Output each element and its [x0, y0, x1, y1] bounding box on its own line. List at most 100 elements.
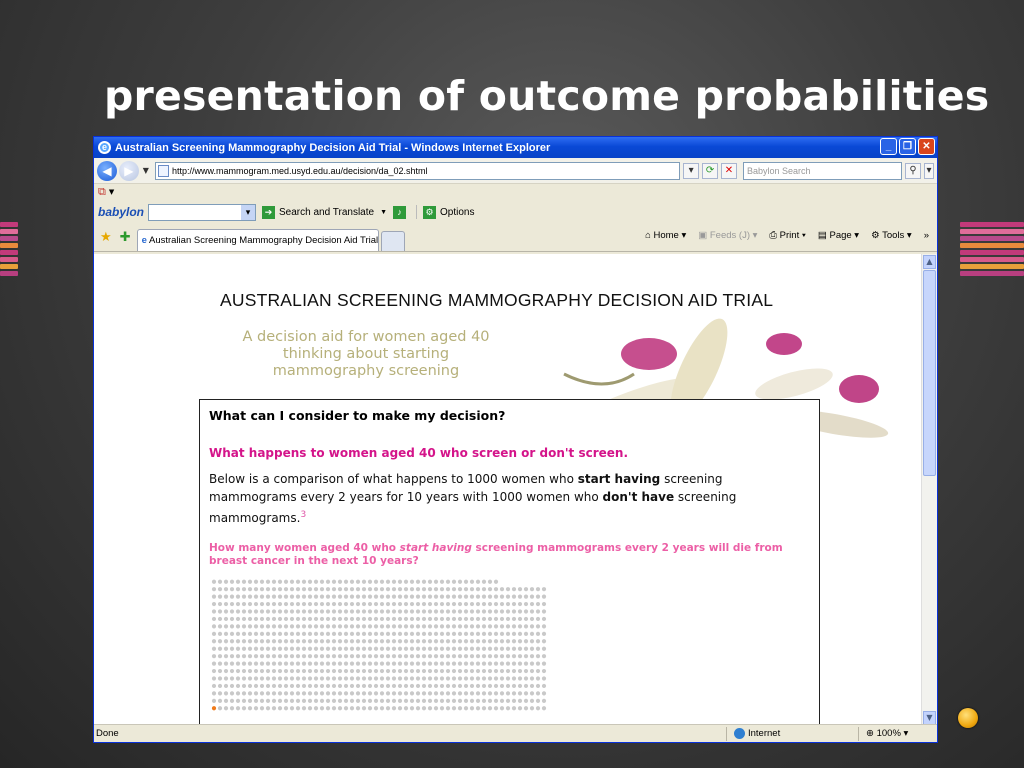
grid-dot [307, 631, 313, 636]
command-bar: ⌂ Home ▾ ▣ Feeds (J) ▾ ⎙ Print ▾ ▤ Page … [645, 230, 929, 241]
add-favorites-icon[interactable]: ✚ [120, 229, 131, 245]
back-button[interactable]: ◀ [97, 160, 117, 181]
grid-dot [385, 616, 391, 622]
refresh-icon[interactable]: ⟳ [702, 162, 719, 179]
grid-dot [271, 691, 277, 696]
grid-dot [265, 609, 271, 614]
grid-dot [475, 676, 481, 681]
tools-button[interactable]: ⚙ Tools ▾ [871, 230, 912, 241]
stop-icon[interactable]: ✕ [721, 162, 737, 179]
grid-dot [229, 601, 235, 607]
page-button[interactable]: ▤ Page ▾ [818, 230, 859, 241]
grid-dot [523, 631, 529, 636]
zoom-control[interactable]: ⊕ 100% ▾ [866, 725, 908, 742]
grid-dot [343, 609, 349, 614]
grid-dot [391, 601, 397, 607]
status-text: Done [96, 728, 119, 739]
grid-dot [361, 579, 367, 584]
grid-dot [517, 691, 523, 696]
grid-dot [457, 683, 463, 689]
grid-dot [229, 698, 235, 703]
grid-dot [445, 587, 451, 592]
grid-dot [409, 654, 415, 659]
grid-dot [211, 616, 217, 622]
scroll-thumb[interactable] [923, 270, 936, 476]
grid-dot [421, 668, 427, 674]
forward-button[interactable]: ▶ [118, 160, 139, 181]
grid-dot [247, 639, 253, 644]
grid-dot [445, 646, 451, 651]
grid-dot [289, 639, 295, 644]
grid-dot [343, 631, 349, 636]
grid-dot [463, 616, 469, 622]
grid-dot [343, 601, 349, 607]
vertical-scrollbar[interactable]: ▲ ▼ [921, 254, 937, 726]
grid-dot [331, 594, 337, 599]
grid-dot [409, 639, 415, 644]
grid-dot [379, 654, 385, 659]
grid-dot [325, 668, 331, 674]
body-bold-text: don't have [602, 490, 675, 504]
addon-dropdown-icon[interactable]: ▼ [109, 188, 114, 196]
grid-dot [337, 706, 343, 711]
grid-dot [397, 668, 403, 674]
search-translate-button[interactable]: Search and Translate [279, 207, 374, 218]
history-dropdown-icon[interactable]: ▼ [143, 166, 149, 175]
grid-dot [535, 601, 541, 607]
toolbar-divider [416, 205, 418, 219]
speaker-icon[interactable]: ♪ [393, 205, 407, 219]
grid-dot [451, 698, 457, 703]
reference-link[interactable]: 3 [300, 510, 306, 520]
grid-dot [403, 639, 409, 644]
translate-dropdown-icon[interactable]: ▼ [380, 209, 387, 216]
grid-dot [481, 616, 487, 622]
grid-dot [433, 676, 439, 681]
search-options-icon[interactable]: ▾ [924, 162, 934, 179]
new-tab-button[interactable] [380, 231, 405, 251]
more-chevron-icon[interactable]: » [924, 230, 929, 241]
grid-dot [307, 691, 313, 696]
grid-dot [295, 587, 301, 592]
grid-dot [499, 587, 505, 592]
grid-dot [487, 594, 493, 599]
grid-dot [295, 683, 301, 689]
options-button[interactable]: Options [440, 207, 474, 218]
grid-dot [295, 654, 301, 659]
grid-dot [529, 668, 535, 674]
babylon-logo[interactable]: babylon [98, 205, 144, 219]
grid-dot [379, 624, 385, 629]
grid-dot [349, 594, 355, 599]
grid-dot [421, 639, 427, 644]
grid-dot [325, 579, 331, 584]
grid-dot [415, 616, 421, 622]
addon-icon[interactable]: ⧉ [98, 185, 106, 199]
babylon-search-combo[interactable] [148, 203, 257, 221]
grid-dot [331, 639, 337, 644]
search-icon[interactable]: ⚲ [905, 162, 922, 179]
address-dropdown-icon[interactable]: ▾ [683, 162, 700, 179]
grid-dot [403, 668, 409, 674]
grid-dot [439, 683, 445, 689]
scroll-up-icon[interactable]: ▲ [923, 255, 936, 269]
home-button[interactable]: ⌂ Home ▾ [645, 230, 686, 241]
grid-dot [451, 668, 457, 674]
grid-dot [475, 594, 481, 599]
grid-dot [457, 668, 463, 674]
feeds-button[interactable]: ▣ Feeds (J) ▾ [698, 230, 757, 241]
favorites-star-icon[interactable]: ★ [100, 229, 112, 245]
restore-button[interactable]: ❐ [899, 138, 916, 155]
print-button[interactable]: ⎙ Print ▾ [769, 230, 805, 241]
grid-dot [217, 691, 223, 696]
grid-dot [337, 587, 343, 592]
grid-dot [241, 676, 247, 681]
minimize-button[interactable]: _ [880, 138, 897, 155]
grid-dot [325, 654, 331, 659]
grid-dot [427, 609, 433, 614]
tab-active[interactable]: e Australian Screening Mammography Decis… [136, 229, 379, 251]
search-input[interactable]: Babylon Search [742, 161, 903, 180]
scroll-down-icon[interactable]: ▼ [923, 711, 936, 725]
close-button[interactable]: ✕ [918, 138, 935, 155]
grid-dot [415, 601, 421, 607]
grid-dot [283, 668, 289, 674]
address-input[interactable]: http://www.mammogram.med.usyd.edu.au/dec… [154, 161, 681, 180]
